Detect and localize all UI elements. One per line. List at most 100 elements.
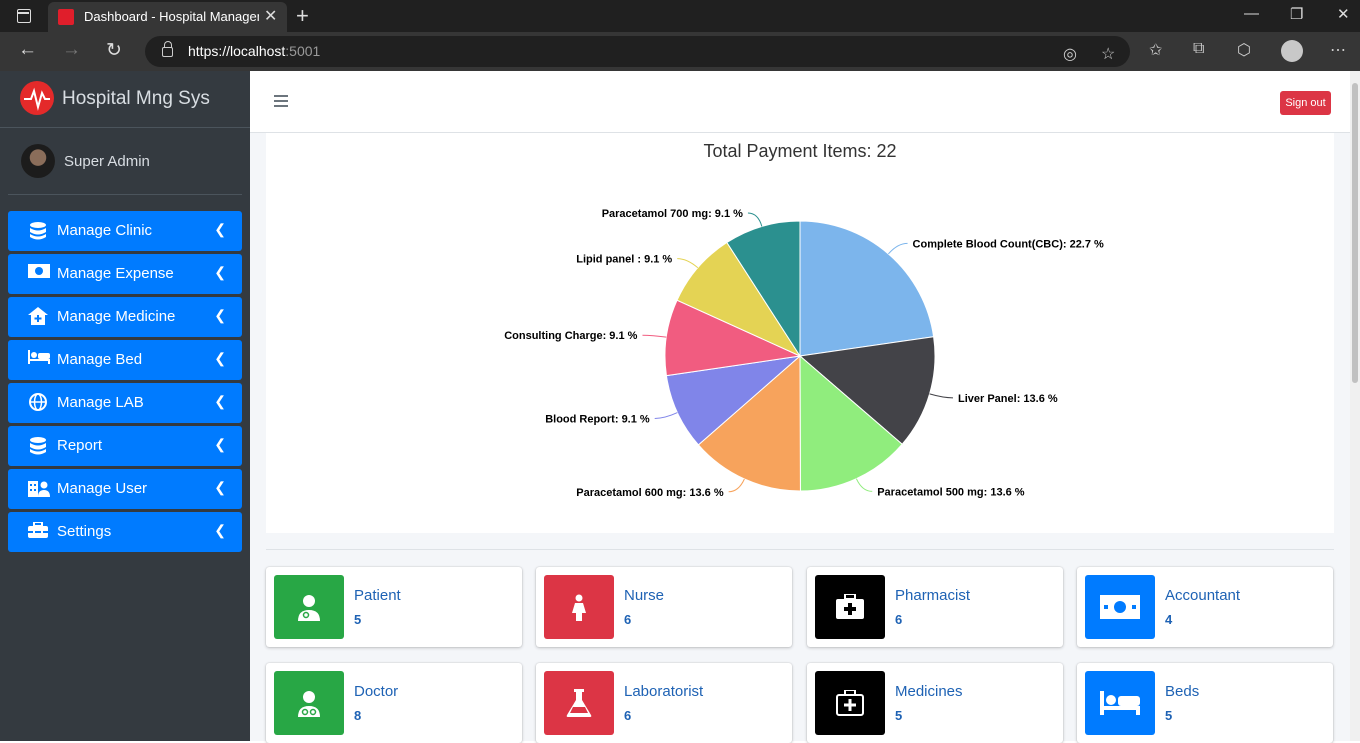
sidebar-item-report[interactable]: Report ❮ <box>8 426 242 466</box>
bed-icon <box>1085 671 1155 735</box>
stat-label: Doctor <box>354 683 399 700</box>
stat-card-patient[interactable]: Patient 5 <box>266 567 522 647</box>
stat-card-medicines[interactable]: Medicines 5 <box>807 663 1063 743</box>
stat-card-doctor[interactable]: Doctor 8 <box>266 663 522 743</box>
stat-count: 6 <box>895 612 903 627</box>
brand[interactable]: Hospital Mng Sys <box>0 71 250 128</box>
avatar <box>21 144 55 178</box>
sidebar-menu: Manage Clinic ❮ Manage Expense ❮ Manage … <box>8 211 242 555</box>
url-port: :5001 <box>285 43 321 59</box>
globe-icon <box>28 393 48 413</box>
chevron-left-icon: ❮ <box>214 393 226 409</box>
sidebar-item-manage-clinic[interactable]: Manage Clinic ❮ <box>8 211 242 251</box>
top-navbar: Sign out <box>250 71 1350 133</box>
toolbox-icon <box>28 521 48 542</box>
sidebar-item-label: Manage Clinic <box>57 222 153 239</box>
stat-card-nurse[interactable]: Nurse 6 <box>536 567 792 647</box>
chevron-left-icon: ❮ <box>214 307 226 323</box>
connector-line <box>747 212 763 227</box>
browser-tab[interactable]: Dashboard - Hospital Manageme ✕ <box>48 2 287 32</box>
collections-icon[interactable]: ⧉ <box>1193 40 1204 58</box>
chevron-left-icon: ❮ <box>214 221 226 237</box>
close-tab-icon[interactable]: ✕ <box>264 6 277 26</box>
tab-actions-icon[interactable] <box>17 9 31 23</box>
main-content: Sign out Total Payment Items: 22 Complet… <box>250 71 1350 743</box>
location-icon[interactable]: ◎ <box>1063 44 1077 64</box>
user-panel[interactable]: Super Admin <box>0 128 250 195</box>
back-icon[interactable]: ← <box>18 39 37 61</box>
users-icon <box>28 479 50 499</box>
sidebar-item-label: Manage Bed <box>57 351 143 368</box>
sidebar-item-label: Report <box>57 437 103 454</box>
chevron-left-icon: ❮ <box>214 350 226 366</box>
sidebar: Hospital Mng Sys Super Admin Manage Clin… <box>0 71 250 741</box>
minimize-icon[interactable]: — <box>1244 5 1259 22</box>
chevron-left-icon: ❮ <box>214 479 226 495</box>
money-icon <box>28 264 50 284</box>
pie-chart: Complete Blood Count(CBC): 22.7 % Liver P… <box>504 208 1104 499</box>
profile-icon[interactable] <box>1281 40 1303 62</box>
url-host: https://localhost <box>188 43 286 59</box>
browser-titlebar: Dashboard - Hospital Manageme ✕ + — ❐ ✕ <box>0 0 1360 32</box>
divider <box>8 194 242 195</box>
stat-count: 5 <box>354 612 362 627</box>
refresh-icon[interactable]: ↻ <box>106 39 122 62</box>
data-label: Paracetamol 700 mg: 9.1 % <box>602 208 743 220</box>
data-label: Liver Panel: 13.6 % <box>958 393 1058 405</box>
sidebar-item-manage-bed[interactable]: Manage Bed ❮ <box>8 340 242 380</box>
favorites-icon[interactable]: ✩ <box>1149 40 1162 60</box>
add-favorite-icon[interactable]: ☆ <box>1101 44 1115 64</box>
new-tab-icon[interactable]: + <box>296 3 309 29</box>
sidebar-item-label: Manage Expense <box>57 265 174 282</box>
scroll-thumb[interactable] <box>1352 83 1358 383</box>
user-md-icon <box>274 671 344 735</box>
data-label: Paracetamol 500 mg: 13.6 % <box>877 486 1025 498</box>
more-icon[interactable]: ⋯ <box>1330 40 1346 60</box>
sidebar-item-settings[interactable]: Settings ❮ <box>8 512 242 552</box>
medkit-icon <box>815 575 885 639</box>
sidebar-item-manage-lab[interactable]: Manage LAB ❮ <box>8 383 242 423</box>
sidebar-item-manage-medicine[interactable]: Manage Medicine ❮ <box>8 297 242 337</box>
stat-label: Medicines <box>895 683 963 700</box>
money-icon <box>1085 575 1155 639</box>
stat-card-accountant[interactable]: Accountant 4 <box>1077 567 1333 647</box>
connector-line <box>728 478 745 493</box>
data-label: Paracetamol 600 mg: 13.6 % <box>576 487 724 499</box>
forward-icon[interactable]: → <box>62 39 81 61</box>
female-icon <box>544 575 614 639</box>
data-label: Lipid panel : 9.1 % <box>576 254 672 266</box>
stat-card-laboratorist[interactable]: Laboratorist 6 <box>536 663 792 743</box>
scrollbar[interactable] <box>1350 71 1360 741</box>
stat-label: Accountant <box>1165 587 1241 604</box>
data-label: Blood Report: 9.1 % <box>545 413 650 425</box>
sign-out-button[interactable]: Sign out <box>1280 91 1331 115</box>
stat-card-beds[interactable]: Beds 5 <box>1077 663 1333 743</box>
first-aid-icon <box>815 671 885 735</box>
connector-line <box>929 393 954 399</box>
stat-count: 4 <box>1165 612 1173 627</box>
stat-label: Beds <box>1165 683 1200 700</box>
flask-icon <box>544 671 614 735</box>
chevron-left-icon: ❮ <box>214 264 226 280</box>
stat-label: Laboratorist <box>624 683 704 700</box>
sidebar-item-manage-user[interactable]: Manage User ❮ <box>8 469 242 509</box>
divider <box>266 549 1334 550</box>
database-icon <box>28 436 48 456</box>
chevron-left-icon: ❮ <box>214 522 226 538</box>
doctor-icon <box>274 575 344 639</box>
stat-card-pharmacist[interactable]: Pharmacist 6 <box>807 567 1063 647</box>
stat-count: 6 <box>624 612 632 627</box>
extensions-icon[interactable]: ⬡ <box>1237 40 1251 60</box>
tab-title: Dashboard - Hospital Manageme <box>84 9 259 24</box>
data-label: Complete Blood Count(CBC): 22.7 % <box>913 238 1104 250</box>
heartbeat-logo-icon <box>20 81 54 115</box>
close-window-icon[interactable]: ✕ <box>1337 5 1350 23</box>
sidebar-item-manage-expense[interactable]: Manage Expense ❮ <box>8 254 242 294</box>
clinic-icon <box>28 307 48 327</box>
stat-count: 8 <box>354 708 362 723</box>
hamburger-menu-icon[interactable] <box>274 95 288 107</box>
restore-icon[interactable]: ❐ <box>1290 5 1303 23</box>
url-field[interactable]: https://localhost:5001 ◎ ☆ <box>145 36 1130 67</box>
connector-line <box>642 334 667 338</box>
connector-line <box>677 258 699 269</box>
